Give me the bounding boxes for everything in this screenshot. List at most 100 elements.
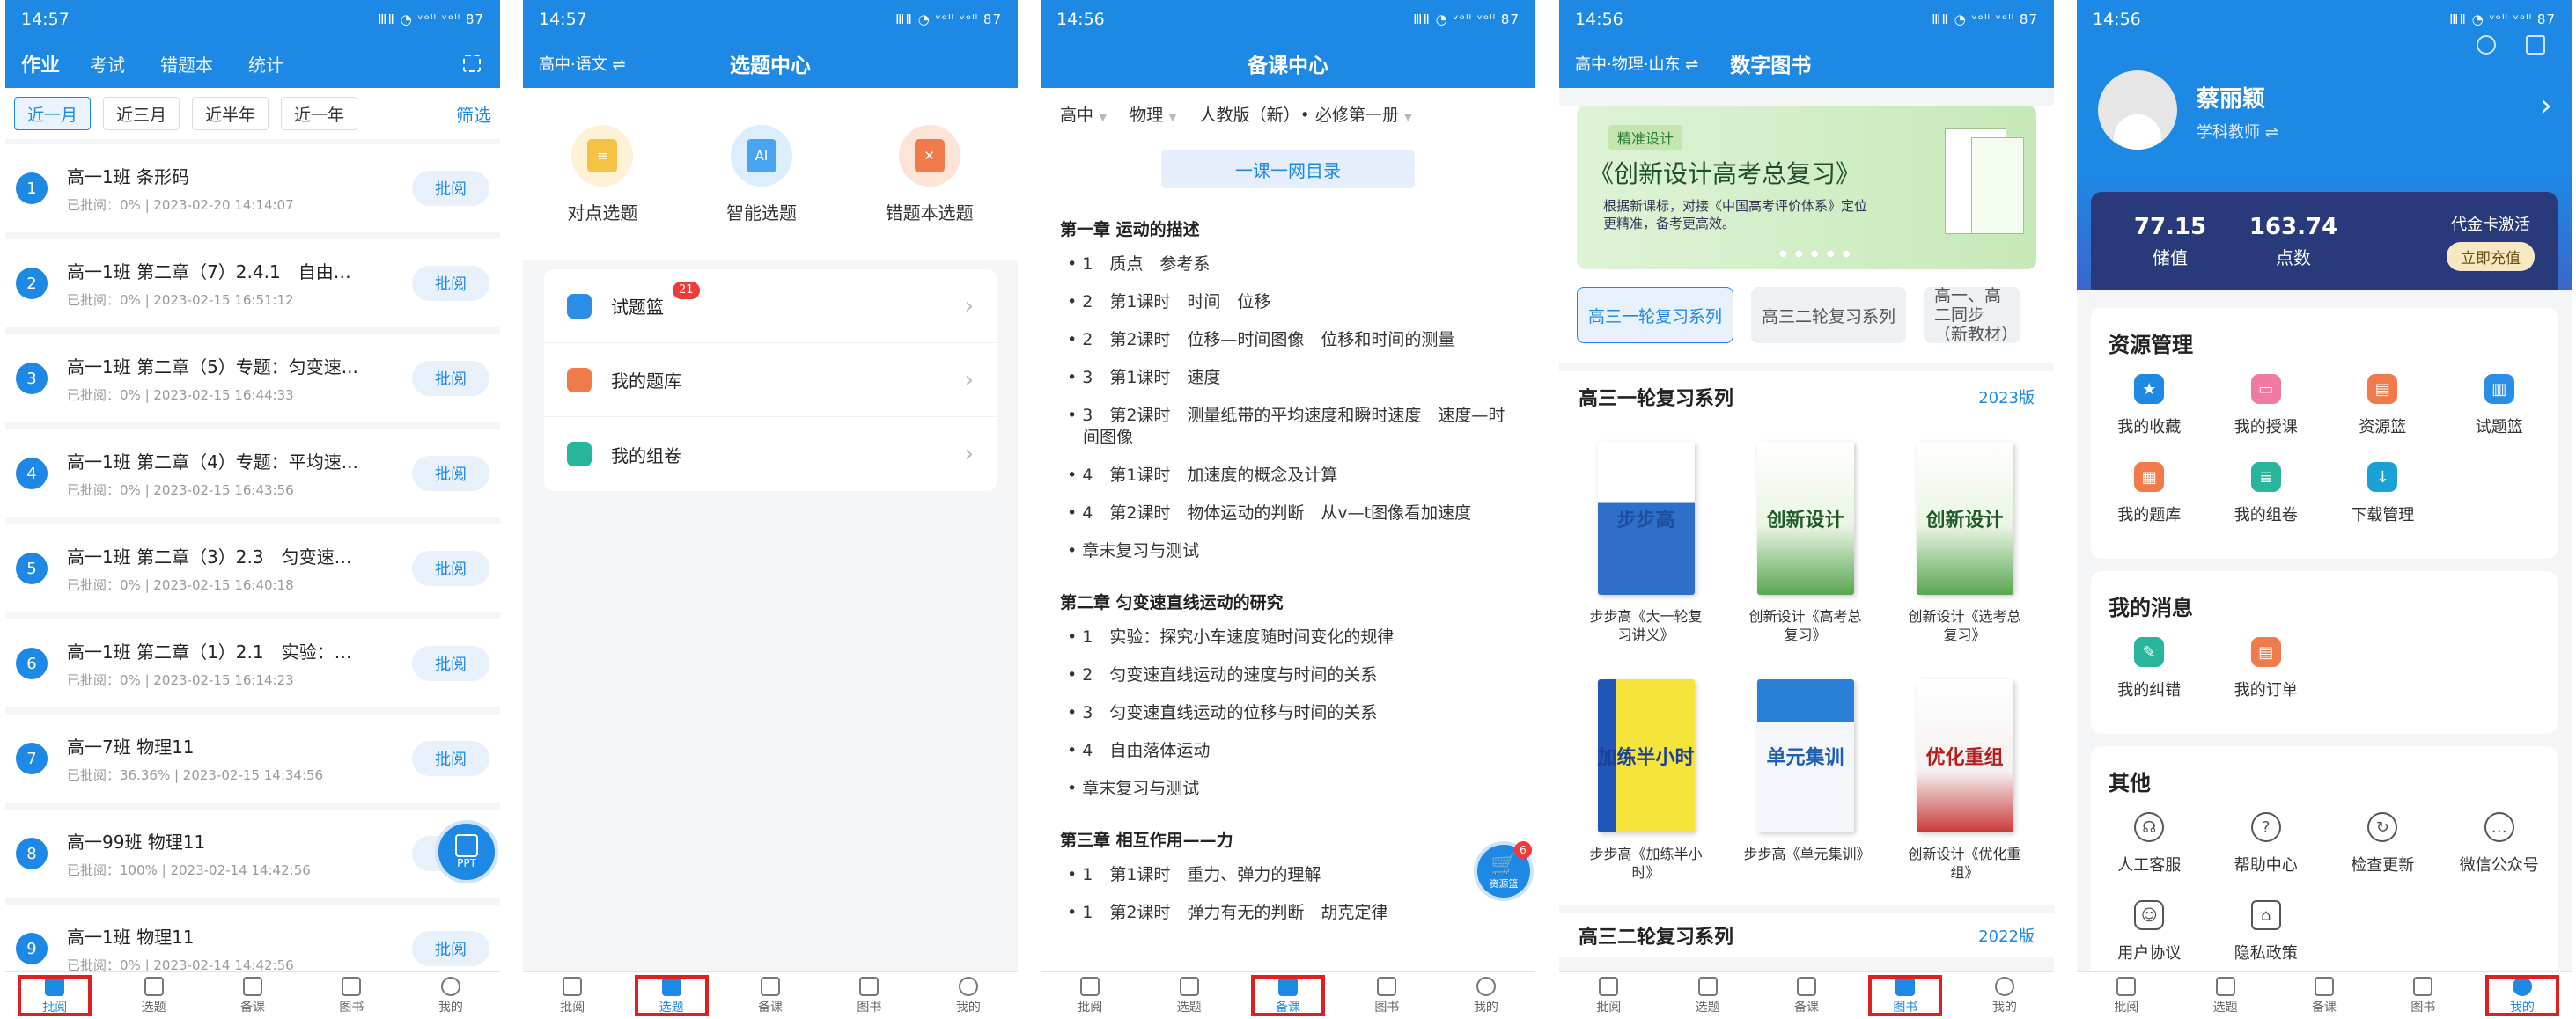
tab-prep[interactable]: 备课	[2275, 972, 2374, 1019]
catalog-button[interactable]: 一课一网目录	[1161, 150, 1415, 188]
lesson-item[interactable]: • 4 第1课时 加速度的概念及计算	[1041, 457, 1535, 495]
tab-homework[interactable]: 作业	[21, 49, 60, 77]
filter-3-months[interactable]: 近三月	[103, 97, 180, 130]
point-select-button[interactable]: ≡ 对点选题	[567, 124, 637, 224]
subject-switcher[interactable]: 高中·物理·山东 ⇌	[1575, 52, 1698, 75]
chevron-right-icon[interactable]: ›	[2540, 88, 2552, 123]
stage-select[interactable]: 高中 ▼	[1060, 102, 1107, 126]
tab-books[interactable]: 图书	[302, 972, 401, 1019]
recharge-button[interactable]: 立即充值	[2447, 241, 2535, 271]
filter-1-year[interactable]: 近一年	[281, 97, 358, 130]
series-tab-second-review[interactable]: 高三二轮复习系列	[1751, 287, 1907, 343]
tab-books[interactable]: 图书	[2374, 972, 2472, 1019]
tab-me[interactable]: 我的	[2473, 972, 2572, 1019]
list-item[interactable]: 6 高一1班 第二章（1）2.1 实验：探... 已批阅：0% | 2023-02-…	[5, 619, 500, 707]
error-select-button[interactable]: ✕ 错题本选题	[886, 124, 974, 224]
help-center[interactable]: ? 帮助中心	[2208, 812, 2325, 900]
grade-button[interactable]: 批阅	[412, 551, 489, 586]
lesson-item[interactable]: • 2 匀变速直线运动的速度与时间的关系	[1041, 656, 1535, 694]
list-item[interactable]: 8 高一99班 物理11 已批阅：100% | 2023-02-14 14:42:5…	[5, 810, 500, 898]
ppt-fab-button[interactable]: PPT	[435, 820, 498, 883]
grade-button[interactable]: 批阅	[412, 741, 489, 776]
book-item[interactable]: 步步高 步步高《大一轮复习讲义》	[1566, 429, 1726, 667]
voucher-activate-link[interactable]: 代金卡激活	[2447, 212, 2535, 235]
book-item[interactable]: 优化重组 创新设计《优化重组》	[1885, 667, 2044, 905]
grade-button[interactable]: 批阅	[412, 931, 489, 966]
tab-select[interactable]: 选题	[1139, 972, 1238, 1019]
version-select[interactable]: 2022版	[1978, 924, 2035, 947]
list-item[interactable]: 5 高一1班 第二章（3）2.3 匀变速直... 已批阅：0% | 2023-02-…	[5, 524, 500, 612]
version-select[interactable]: 2023版	[1978, 385, 2035, 408]
lesson-item[interactable]: • 1 质点 参考系	[1041, 246, 1535, 283]
my-bank-item[interactable]: 我的题库 ›	[544, 343, 997, 417]
tab-grade[interactable]: 批阅	[1041, 972, 1139, 1019]
tab-books[interactable]: 图书	[1856, 972, 1954, 1019]
book-item[interactable]: 加练半小时 步步高《加练半小时》	[1566, 667, 1726, 905]
my-question-bank[interactable]: ▦ 我的题库	[2091, 462, 2208, 550]
wechat-account[interactable]: … 微信公众号	[2441, 812, 2558, 900]
tab-me[interactable]: 我的	[1955, 972, 2054, 1019]
filter-link[interactable]: 筛选	[456, 101, 491, 127]
tab-grade[interactable]: 批阅	[5, 972, 104, 1019]
my-paper-item[interactable]: 我的组卷 ›	[544, 417, 997, 491]
list-item[interactable]: 3 高一1班 第二章（5）专题：匀变速... 已批阅：0% | 2023-02-15…	[5, 334, 500, 422]
grade-button[interactable]: 批阅	[412, 456, 489, 491]
subject-select[interactable]: 物理 ▼	[1130, 102, 1176, 126]
lesson-item[interactable]: • 章末复习与测试	[1041, 770, 1535, 808]
tab-select[interactable]: 选题	[1658, 972, 1756, 1019]
download-management[interactable]: ↓ 下载管理	[2324, 462, 2441, 550]
tab-stats[interactable]: 统计	[248, 51, 283, 77]
scan-icon[interactable]	[463, 55, 481, 72]
edit-icon[interactable]	[2526, 35, 2545, 55]
my-lectures[interactable]: ▭ 我的授课	[2208, 374, 2325, 462]
tab-select[interactable]: 选题	[622, 972, 720, 1019]
tab-prep[interactable]: 备课	[1757, 972, 1856, 1019]
user-role[interactable]: 学科教师 ⇌	[2197, 120, 2278, 143]
stored-value-stat[interactable]: 77.15 储值	[2109, 214, 2232, 269]
series-tab-first-review[interactable]: 高三一轮复习系列	[1577, 287, 1734, 343]
edition-select[interactable]: 人教版（新）• 必修第一册 ▼	[1200, 102, 1413, 126]
check-update[interactable]: ↻ 检查更新	[2324, 812, 2441, 900]
tab-grade[interactable]: 批阅	[2077, 972, 2175, 1019]
lesson-item[interactable]: • 4 第2课时 物体运动的判断 从v—t图像看加速度	[1041, 495, 1535, 532]
my-orders[interactable]: ▤ 我的订单	[2208, 637, 2325, 725]
my-papers[interactable]: ≣ 我的组卷	[2208, 462, 2325, 550]
tab-prep[interactable]: 备课	[1239, 972, 1337, 1019]
series-tab-sync[interactable]: 高一、高二同步（新教材）	[1924, 287, 2021, 343]
avatar[interactable]	[2098, 70, 2177, 150]
subject-switcher[interactable]: 高中·语文 ⇌	[539, 52, 626, 75]
lesson-item[interactable]: • 3 匀变速直线运动的位移与时间的关系	[1041, 694, 1535, 732]
list-item[interactable]: 1 高一1班 条形码 已批阅：0% | 2023-02-20 14:14:07 批阅	[5, 144, 500, 232]
book-item[interactable]: 单元集训 步步高《单元集训》	[1726, 667, 1885, 905]
lesson-item[interactable]: • 1 第2课时 弹力有无的判断 胡克定律	[1041, 894, 1535, 932]
points-stat[interactable]: 163.74 点数	[2232, 214, 2355, 269]
tab-select[interactable]: 选题	[104, 972, 202, 1019]
grade-button[interactable]: 批阅	[412, 646, 489, 681]
smart-select-button[interactable]: AI 智能选题	[726, 124, 797, 224]
book-item[interactable]: 创新设计 创新设计《选考总复习》	[1885, 429, 2044, 667]
lesson-item[interactable]: • 3 第1课时 速度	[1041, 359, 1535, 397]
question-basket[interactable]: ▥ 试题篮	[2441, 374, 2558, 462]
tab-exam[interactable]: 考试	[90, 51, 125, 77]
lesson-item[interactable]: • 2 第2课时 位移—时间图像 位移和时间的测量	[1041, 321, 1535, 359]
list-item[interactable]: 7 高一7班 物理11 已批阅：36.36% | 2023-02-15 14:34:…	[5, 715, 500, 803]
list-item[interactable]: 4 高一1班 第二章（4）专题：平均速... 已批阅：0% | 2023-02-15…	[5, 429, 500, 517]
list-item[interactable]: 2 高一1班 第二章（7）2.4.1 自由落... 已批阅：0% | 2023-02…	[5, 239, 500, 327]
tab-me[interactable]: 我的	[1437, 972, 1535, 1019]
filter-6-months[interactable]: 近半年	[192, 97, 269, 130]
book-item[interactable]: 创新设计 创新设计《高考总复习》	[1726, 429, 1885, 667]
lesson-item[interactable]: • 1 第1课时 重力、弹力的理解	[1041, 856, 1535, 894]
lesson-item[interactable]: • 2 第1课时 时间 位移	[1041, 283, 1535, 321]
tab-books[interactable]: 图书	[820, 972, 918, 1019]
tab-me[interactable]: 我的	[919, 972, 1018, 1019]
my-corrections[interactable]: ✎ 我的纠错	[2091, 637, 2208, 725]
grade-button[interactable]: 批阅	[412, 266, 489, 301]
grade-button[interactable]: 批阅	[412, 361, 489, 396]
tab-grade[interactable]: 批阅	[523, 972, 622, 1019]
tab-select[interactable]: 选题	[2175, 972, 2274, 1019]
customer-service[interactable]: ☊ 人工客服	[2091, 812, 2208, 900]
question-basket-item[interactable]: 试题篮 21 ›	[544, 269, 997, 343]
lesson-item[interactable]: • 4 自由落体运动	[1041, 732, 1535, 770]
lesson-item[interactable]: • 章末复习与测试	[1041, 532, 1535, 570]
my-favorites[interactable]: ★ 我的收藏	[2091, 374, 2208, 462]
